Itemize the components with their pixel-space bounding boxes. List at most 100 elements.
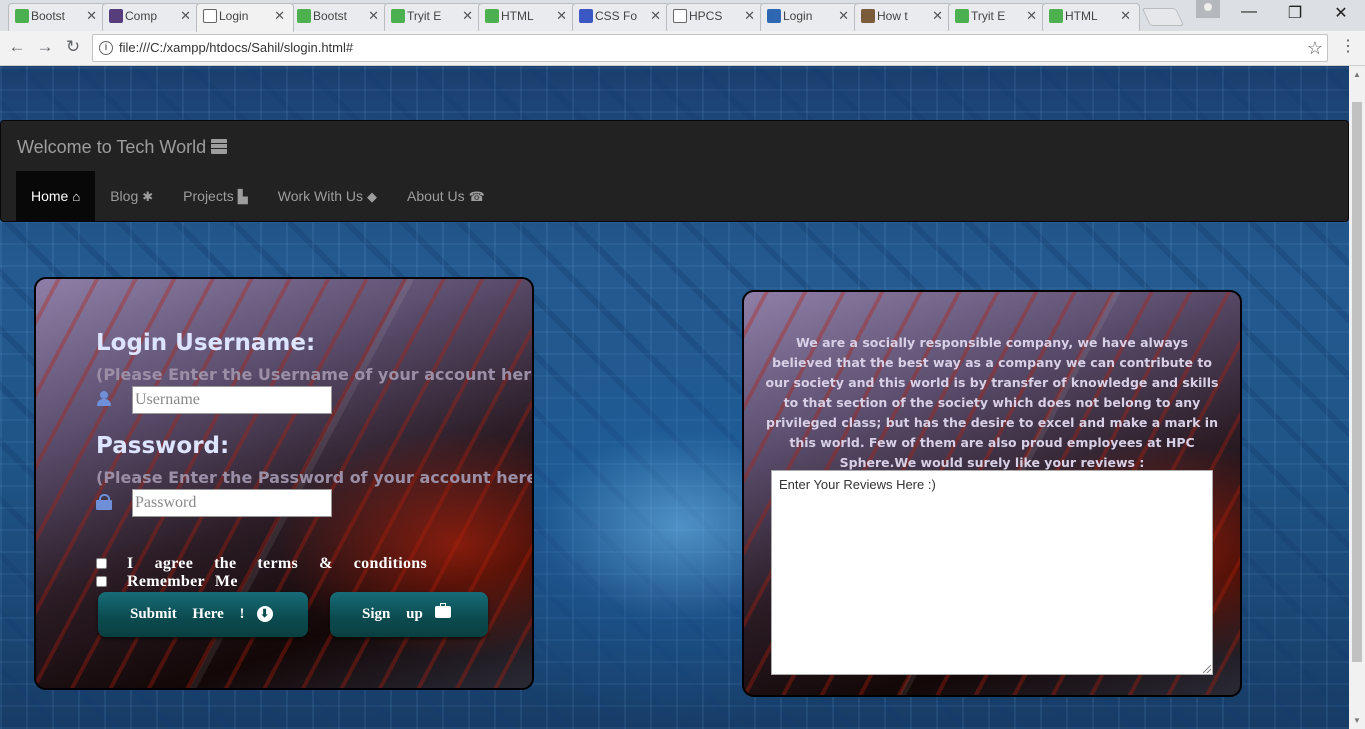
review-intro-text: We are a socially responsible company, w… — [765, 335, 1219, 470]
browser-tab[interactable]: Login ✕ — [760, 3, 858, 31]
username-hint: (Please Enter the Username of your accou… — [96, 365, 534, 384]
browser-tab[interactable]: How t ✕ — [854, 3, 952, 31]
username-heading: Login Username: — [96, 330, 316, 356]
tab-close-icon[interactable]: ✕ — [462, 4, 473, 28]
briefcase-icon — [434, 603, 451, 618]
home-icon: ⌂ — [72, 189, 81, 204]
browser-tab[interactable]: Comp ✕ — [102, 3, 200, 31]
address-bar[interactable]: i file:///C:/xampp/htdocs/Sahil/slogin.h… — [92, 34, 1328, 62]
google-fonts-icon — [579, 9, 593, 23]
tab-close-icon[interactable]: ✕ — [650, 4, 661, 28]
restore-icon[interactable]: ❐ — [1280, 3, 1310, 23]
agree-word: & — [319, 555, 333, 572]
profile-icon[interactable] — [1196, 0, 1220, 18]
tab-label: CSS Fo — [595, 9, 638, 23]
browser-menu-icon[interactable]: ⋮ — [1340, 36, 1356, 56]
scroll-down-icon[interactable]: ▼ — [1353, 716, 1361, 725]
w3schools-icon — [15, 9, 29, 23]
forward-icon[interactable]: → — [34, 37, 56, 57]
back-icon[interactable]: ← — [6, 37, 28, 57]
agree-checkbox[interactable] — [96, 558, 107, 569]
tab-close-icon[interactable]: ✕ — [274, 4, 285, 28]
browser-tab[interactable]: HPCS ✕ — [666, 3, 764, 31]
navbar: Welcome to Tech World Home ⌂ Blog ✱ Projects… — [0, 120, 1349, 222]
close-window-icon[interactable]: ✕ — [1326, 3, 1356, 23]
nav-item-work-with-us[interactable]: Work With Us ◆ — [263, 171, 392, 221]
browser-tab[interactable]: Bootst ✕ — [8, 3, 106, 31]
page-scrollbar[interactable]: ▲ ▼ — [1349, 66, 1365, 729]
tab-close-icon[interactable]: ✕ — [368, 4, 379, 28]
user-icon — [96, 391, 112, 407]
nav-item-label: Work With Us — [277, 188, 364, 204]
nav-item-projects[interactable]: Projects ▙ — [168, 171, 263, 221]
w3schools-icon — [297, 9, 311, 23]
nav-item-about-us[interactable]: About Us ☎ — [392, 171, 500, 221]
nav-item-blog[interactable]: Blog ✱ — [95, 171, 168, 221]
review-panel: We are a socially responsible company, w… — [742, 290, 1242, 697]
server-icon — [211, 139, 228, 154]
agree-label: Iagree the terms & conditions — [127, 555, 427, 573]
browser-tab[interactable]: CSS Fo ✕ — [572, 3, 670, 31]
bootstrap-icon — [109, 9, 123, 23]
review-textarea[interactable] — [771, 470, 1213, 675]
tab-label: Login — [219, 9, 249, 23]
w3schools-icon — [485, 9, 499, 23]
reload-icon[interactable]: ↻ — [62, 37, 84, 57]
nav-item-label: Blog — [110, 188, 139, 204]
nav-item-label: Home — [31, 188, 69, 204]
tab-close-icon[interactable]: ✕ — [1026, 4, 1037, 28]
tab-label: Login — [783, 9, 813, 23]
password-input[interactable] — [132, 489, 332, 517]
browser-tab[interactable]: Login ✕ — [196, 3, 294, 32]
tab-close-icon[interactable]: ✕ — [556, 4, 567, 28]
username-input[interactable] — [132, 386, 332, 414]
agree-word: the — [214, 555, 237, 572]
signup-button[interactable]: Sign up — [330, 592, 488, 637]
lock-icon — [96, 494, 112, 510]
signup-label: Sign up — [362, 606, 423, 622]
w3schools-icon — [391, 9, 405, 23]
bookmark-star-icon[interactable]: ☆ — [1307, 35, 1323, 61]
agree-word: I — [127, 555, 134, 572]
resize-handle-icon[interactable] — [1203, 665, 1211, 673]
file-icon: ▙ — [237, 189, 248, 204]
scroll-thumb[interactable] — [1352, 102, 1362, 662]
submit-button[interactable]: Submit Here ! ⬇ — [98, 592, 308, 637]
tab-close-icon[interactable]: ✕ — [838, 4, 849, 28]
browser-tab[interactable]: HTML ✕ — [1042, 3, 1140, 31]
tab-close-icon[interactable]: ✕ — [1120, 4, 1131, 28]
login-panel: Login Username: (Please Enter the Userna… — [34, 277, 534, 690]
tab-close-icon[interactable]: ✕ — [932, 4, 943, 28]
wikihow-icon — [861, 9, 875, 23]
info-icon[interactable]: i — [99, 41, 113, 55]
browser-tab[interactable]: Tryit E ✕ — [948, 3, 1046, 31]
h-logo-icon — [767, 9, 781, 23]
browser-tab[interactable]: Bootst ✕ — [290, 3, 388, 31]
agree-word: agree — [154, 555, 194, 572]
url-text: file:///C:/xampp/htdocs/Sahil/slogin.htm… — [119, 40, 354, 55]
tab-label: Tryit E — [407, 9, 442, 23]
page-icon — [203, 9, 217, 23]
new-tab-button[interactable] — [1141, 8, 1185, 26]
download-circle-icon: ⬇ — [256, 606, 273, 622]
minimize-icon[interactable]: — — [1234, 3, 1264, 21]
tab-label: Bootst — [31, 9, 66, 23]
agree-word: terms — [257, 555, 299, 572]
scroll-up-icon[interactable]: ▲ — [1353, 70, 1361, 79]
tab-label: Tryit E — [971, 9, 1006, 23]
tags-icon: ◆ — [367, 189, 378, 204]
phone-icon: ☎ — [468, 189, 485, 204]
tab-label: HTML — [501, 9, 534, 23]
nav-item-home[interactable]: Home ⌂ — [16, 171, 96, 221]
browser-tab[interactable]: Tryit E ✕ — [384, 3, 482, 31]
browser-tab[interactable]: HTML ✕ — [478, 3, 576, 31]
remember-checkbox[interactable] — [96, 576, 107, 587]
tab-label: How t — [877, 9, 908, 23]
tab-close-icon[interactable]: ✕ — [180, 4, 191, 28]
navbar-brand[interactable]: Welcome to Tech World — [17, 137, 228, 158]
browser-toolbar: ← → ↻ i file:///C:/xampp/htdocs/Sahil/sl… — [0, 31, 1365, 66]
tab-close-icon[interactable]: ✕ — [86, 4, 97, 28]
tab-label: HPCS — [689, 9, 723, 23]
remember-label: Remember Me — [127, 573, 238, 590]
tab-close-icon[interactable]: ✕ — [744, 4, 755, 28]
